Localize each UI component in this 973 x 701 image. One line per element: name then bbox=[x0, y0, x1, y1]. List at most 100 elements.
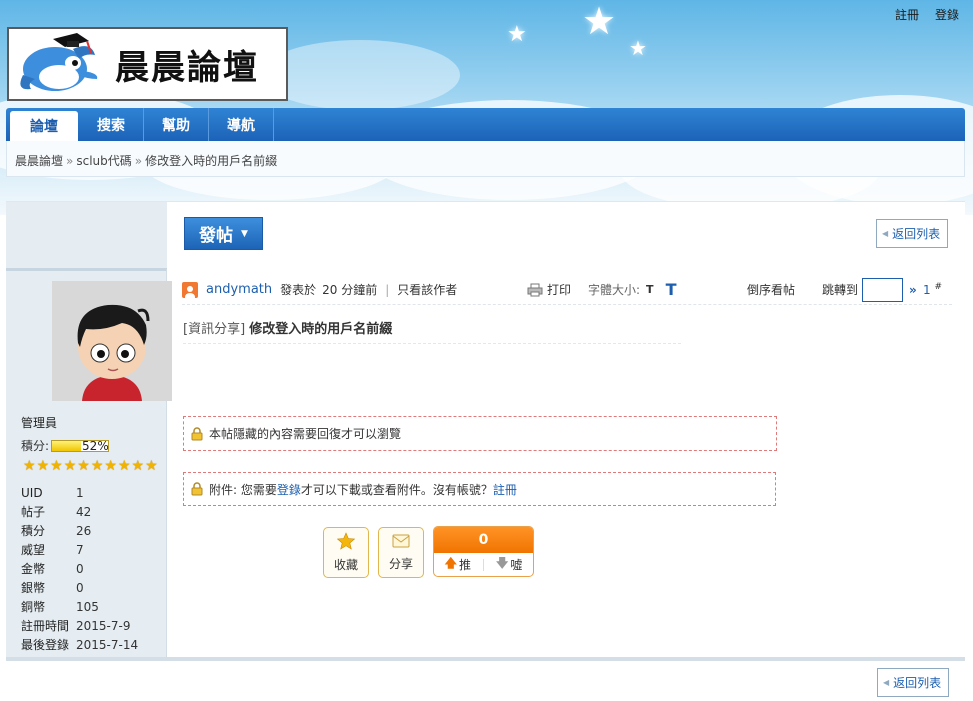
stat-label: 最後登錄 bbox=[21, 638, 70, 652]
stat-label: 帖子 bbox=[21, 505, 46, 519]
breadcrumb-separator: » bbox=[66, 154, 74, 168]
user-role: 管理員 bbox=[21, 416, 58, 430]
logo-text: 晨晨論壇 bbox=[115, 47, 259, 88]
back-to-list-button-bottom[interactable]: ◀ 返回列表 bbox=[877, 668, 950, 697]
stat-label: UID bbox=[21, 485, 43, 500]
jump-input[interactable] bbox=[862, 277, 904, 302]
stat-row: 銅幣 105 bbox=[21, 597, 138, 616]
back-to-list-label: 返回列表 bbox=[893, 676, 942, 690]
post-title: [資訊分享] 修改登入時的用戶名前綴 bbox=[183, 318, 681, 344]
score-progress-fill bbox=[52, 440, 82, 451]
rank-stars: ★ ★ ★ ★ ★ ★ ★ ★ ★ ★ bbox=[23, 459, 158, 473]
breadcrumb-item[interactable]: 修改登入時的用戶名前綴 bbox=[145, 154, 277, 168]
rank-star-icon: ★ bbox=[90, 458, 104, 474]
user-stats: UID 1 帖子 42 積分 26 威望 7 金幣 0 銀幣 0 銅幣 105 註冊時間 2015-7-9 最後… bbox=[21, 483, 138, 654]
stat-value: 0 bbox=[76, 561, 84, 576]
score-progress-bar: 52% bbox=[51, 439, 110, 453]
breadcrumb-item[interactable]: 晨晨論壇 bbox=[15, 154, 63, 168]
stat-label: 註冊時間 bbox=[21, 619, 70, 633]
top-links: 註冊 登錄 bbox=[895, 6, 959, 23]
back-to-list-button[interactable]: ◀ 返回列表 bbox=[876, 219, 949, 248]
author-username-link[interactable]: andymath bbox=[206, 282, 272, 297]
user-icon bbox=[182, 281, 198, 298]
nav-tab[interactable]: 搜索 bbox=[79, 108, 144, 141]
stat-value: 2015-7-9 bbox=[76, 618, 131, 633]
envelope-icon bbox=[392, 534, 410, 548]
left-top-panel bbox=[6, 202, 167, 268]
new-post-label: 發帖 bbox=[199, 226, 234, 246]
lock-icon bbox=[191, 426, 203, 440]
stat-row: 註冊時間 2015-7-9 bbox=[21, 616, 138, 635]
stat-value: 26 bbox=[76, 523, 92, 538]
floor-number[interactable]: 1 # bbox=[923, 282, 942, 297]
rank-star-icon: ★ bbox=[50, 458, 63, 474]
font-large-button[interactable]: T bbox=[666, 280, 677, 299]
site-logo[interactable]: 晨晨論壇 bbox=[7, 27, 288, 101]
hidden-content-notice: 本帖隱藏的內容需要回復才可以瀏覽 bbox=[183, 416, 777, 451]
stat-value: 1 bbox=[76, 485, 84, 500]
post-title-text: 修改登入時的用戶名前綴 bbox=[249, 322, 393, 337]
rank-star-icon: ★ bbox=[63, 458, 77, 474]
downvote-label: 噓 bbox=[510, 558, 523, 572]
upvote-button[interactable]: 🡅 推 bbox=[445, 554, 471, 575]
star-decoration-icon: ★ bbox=[507, 22, 527, 47]
reverse-order-link[interactable]: 倒序看帖 bbox=[747, 281, 795, 298]
rank-star-icon: ★ bbox=[23, 458, 36, 474]
stat-label: 銀幣 bbox=[21, 581, 46, 595]
share-button[interactable]: 分享 bbox=[378, 527, 424, 578]
breadcrumb: 晨晨論壇» sclub代碼» 修改登入時的用戶名前綴 bbox=[6, 141, 965, 177]
attachment-notice: 附件: 您需要 登錄 才可以下載或查看附件。沒有帳號？ 註冊 bbox=[183, 472, 776, 506]
divider: | bbox=[385, 282, 390, 297]
stat-label: 積分 bbox=[21, 524, 46, 538]
stat-value: 0 bbox=[76, 580, 84, 595]
breadcrumb-separator: » bbox=[134, 154, 143, 168]
chevron-left-icon: ◀ bbox=[882, 229, 889, 238]
post-category[interactable]: [資訊分享] bbox=[183, 322, 245, 337]
divider bbox=[6, 657, 965, 661]
stat-row: 金幣 0 bbox=[21, 559, 138, 578]
nav-tab[interactable]: 論壇 bbox=[10, 111, 78, 141]
print-label: 打印 bbox=[547, 283, 572, 297]
stat-row: 最後登錄 2015-7-14 bbox=[21, 635, 138, 654]
jump-to-floor: 跳轉到 » bbox=[822, 277, 917, 302]
post-area: 發帖 ▼ ◀ 返回列表 andymath 發表於 20 分鐘前 | 只看該作者 … bbox=[167, 202, 965, 662]
login-link[interactable]: 登錄 bbox=[935, 6, 959, 23]
share-label: 分享 bbox=[388, 557, 413, 571]
downvote-button[interactable]: 🡇 噓 bbox=[496, 554, 522, 575]
score-row: 積分: 52% bbox=[21, 437, 110, 454]
attach-login-link[interactable]: 登錄 bbox=[277, 481, 301, 498]
printer-icon bbox=[527, 283, 543, 296]
register-link[interactable]: 註冊 bbox=[895, 6, 919, 23]
vote-count: 0 bbox=[434, 527, 533, 553]
chevron-left-icon: ◀ bbox=[883, 678, 890, 687]
posted-time: 20 分鐘前 bbox=[322, 283, 378, 297]
main-navbar: 論壇 搜索 幫助 導航 bbox=[6, 108, 965, 141]
new-post-button[interactable]: 發帖 ▼ bbox=[184, 217, 263, 250]
thread-container: 發帖 ▼ ◀ 返回列表 andymath 發表於 20 分鐘前 | 只看該作者 … bbox=[6, 201, 965, 662]
nav-tab[interactable]: 幫助 bbox=[144, 108, 209, 141]
posted-prefix: 發表於 bbox=[280, 283, 317, 297]
rank-star-icon: ★ bbox=[104, 458, 117, 474]
post-header: andymath 發表於 20 分鐘前 | 只看該作者 打印 字體大小: T T… bbox=[182, 275, 952, 305]
nav-tab[interactable]: 導航 bbox=[209, 108, 274, 141]
stat-row: 積分 26 bbox=[21, 521, 138, 540]
attach-register-link[interactable]: 註冊 bbox=[493, 481, 517, 498]
favorite-label: 收藏 bbox=[333, 558, 358, 572]
avatar[interactable] bbox=[52, 281, 172, 401]
jump-label: 跳轉到 bbox=[822, 283, 859, 297]
attach-middle: 才可以下載或查看附件。沒有帳號？ bbox=[300, 482, 493, 497]
rank-star-icon: ★ bbox=[145, 458, 158, 474]
vote-widget: 0 🡅 推 🡇 噓 bbox=[433, 526, 534, 577]
stat-row: 威望 7 bbox=[21, 540, 138, 559]
only-author-link[interactable]: 只看該作者 bbox=[397, 281, 457, 298]
dolphin-mascot-icon bbox=[20, 33, 98, 91]
jump-go-button[interactable]: » bbox=[909, 283, 917, 297]
score-label: 積分: bbox=[21, 439, 50, 453]
arrow-down-icon: 🡇 bbox=[496, 556, 509, 570]
breadcrumb-item[interactable]: sclub代碼 bbox=[76, 154, 131, 168]
print-button[interactable]: 打印 bbox=[527, 281, 571, 298]
floor-symbol: # bbox=[934, 282, 943, 292]
font-small-button[interactable]: T bbox=[646, 283, 654, 296]
stat-value: 2015-7-14 bbox=[76, 637, 139, 652]
favorite-button[interactable]: 收藏 bbox=[323, 527, 369, 578]
